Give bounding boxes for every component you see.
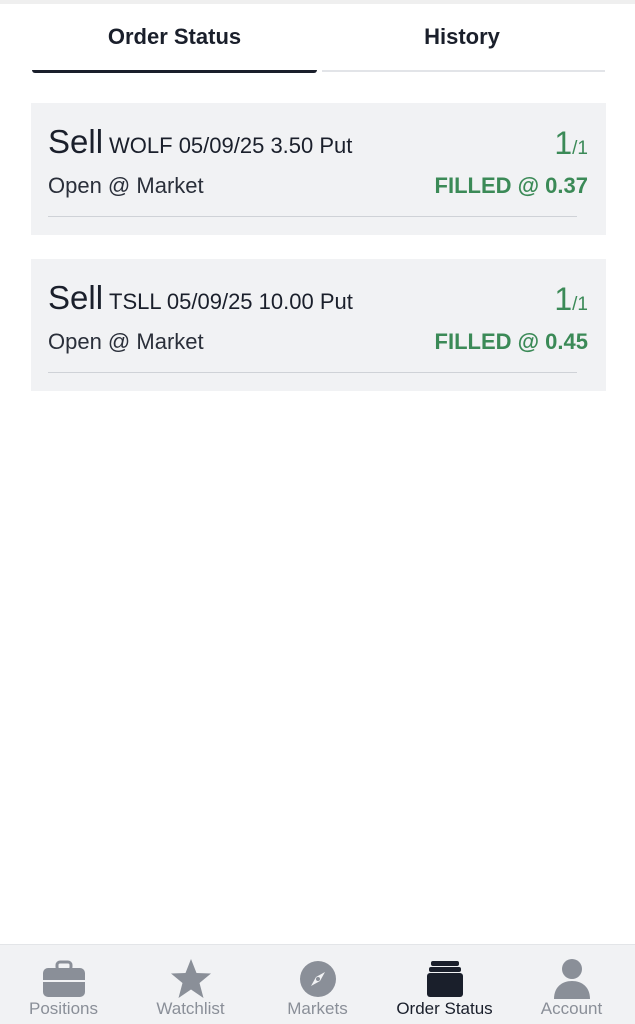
order-card[interactable]: Sell TSLL 05/09/25 10.00 Put 1/1 Open @ M… bbox=[31, 259, 606, 391]
nav-order-status[interactable]: Order Status bbox=[381, 945, 508, 1024]
nav-markets-label: Markets bbox=[287, 999, 348, 1018]
segmented-tabs: Order Status History bbox=[0, 4, 635, 73]
order-side: Sell bbox=[48, 123, 104, 160]
order-list: Sell WOLF 05/09/25 3.50 Put 1/1 Open @ Ma… bbox=[31, 103, 606, 415]
tab-history[interactable]: History bbox=[319, 4, 605, 70]
active-tab-indicator bbox=[32, 70, 317, 73]
tab-history-label: History bbox=[424, 24, 500, 49]
order-title: Sell WOLF 05/09/25 3.50 Put bbox=[48, 123, 352, 161]
order-fill-status: FILLED @ 0.37 bbox=[434, 173, 588, 198]
stacked-cards-icon bbox=[423, 959, 467, 999]
quantity-filled: 1 bbox=[554, 281, 573, 317]
nav-markets[interactable]: Markets bbox=[254, 945, 381, 1024]
order-divider bbox=[48, 372, 577, 373]
compass-icon bbox=[296, 959, 340, 999]
nav-positions-label: Positions bbox=[29, 999, 98, 1018]
bottom-tab-bar: Positions Watchlist Markets Order Status… bbox=[0, 944, 635, 1024]
order-side: Sell bbox=[48, 279, 104, 316]
order-contract: TSLL 05/09/25 10.00 Put bbox=[109, 289, 353, 314]
nav-account[interactable]: Account bbox=[508, 945, 635, 1024]
quantity-total: /1 bbox=[572, 294, 588, 315]
quantity-filled: 1 bbox=[554, 125, 573, 161]
briefcase-icon bbox=[42, 959, 86, 999]
star-icon bbox=[169, 959, 213, 999]
order-type: Open @ Market bbox=[48, 173, 204, 198]
order-divider bbox=[48, 216, 577, 217]
order-fill-status: FILLED @ 0.45 bbox=[434, 329, 588, 354]
nav-watchlist-label: Watchlist bbox=[156, 999, 225, 1018]
nav-watchlist[interactable]: Watchlist bbox=[127, 945, 254, 1024]
tab-order-status[interactable]: Order Status bbox=[30, 4, 319, 70]
order-card[interactable]: Sell WOLF 05/09/25 3.50 Put 1/1 Open @ Ma… bbox=[31, 103, 606, 235]
order-contract: WOLF 05/09/25 3.50 Put bbox=[109, 133, 353, 158]
order-quantity: 1/1 bbox=[554, 281, 588, 318]
tab-order-status-label: Order Status bbox=[107, 24, 242, 49]
nav-order-status-label: Order Status bbox=[396, 999, 493, 1018]
nav-positions[interactable]: Positions bbox=[0, 945, 127, 1024]
inactive-tab-divider bbox=[322, 70, 605, 72]
order-quantity: 1/1 bbox=[554, 125, 588, 162]
order-status-screen: Order Status History Sell WOLF 05/09/25 3… bbox=[0, 0, 635, 1024]
nav-account-label: Account bbox=[540, 999, 603, 1018]
order-type: Open @ Market bbox=[48, 329, 204, 354]
order-title: Sell TSLL 05/09/25 10.00 Put bbox=[48, 279, 353, 317]
person-icon bbox=[550, 959, 594, 999]
quantity-total: /1 bbox=[572, 138, 588, 159]
